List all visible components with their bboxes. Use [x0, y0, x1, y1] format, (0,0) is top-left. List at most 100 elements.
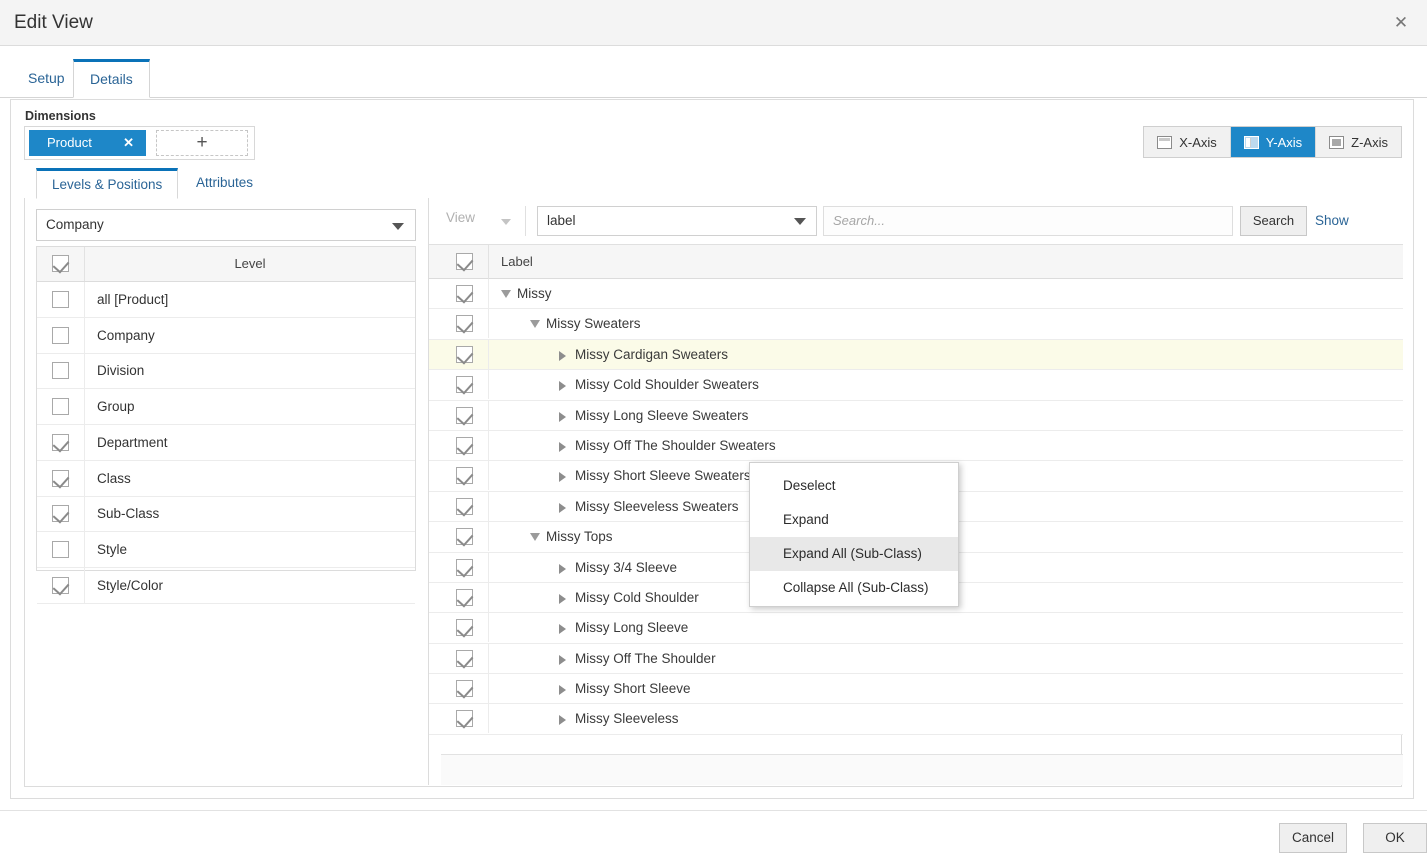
tree-select-all-checkbox[interactable]: [456, 253, 473, 270]
level-row[interactable]: Group: [37, 389, 415, 426]
tree-row-checkbox-cell[interactable]: [441, 552, 489, 582]
triangle-right-icon[interactable]: [559, 472, 566, 483]
triangle-right-icon[interactable]: [559, 350, 566, 361]
level-row[interactable]: Style: [37, 531, 415, 568]
triangle-right-icon[interactable]: [559, 563, 566, 574]
ok-button[interactable]: OK: [1363, 823, 1427, 853]
tree-row[interactable]: Missy: [429, 279, 1403, 310]
tree-row[interactable]: Missy Off The Shoulder: [429, 643, 1403, 675]
tab-attributes[interactable]: Attributes: [181, 168, 268, 199]
tab-levels-positions[interactable]: Levels & Positions: [36, 168, 179, 199]
tree-row-checkbox[interactable]: [456, 315, 473, 333]
tree-row-checkbox[interactable]: [456, 558, 473, 576]
hierarchy-select[interactable]: Company: [36, 209, 416, 241]
search-input[interactable]: Search...: [823, 206, 1233, 236]
tree-row-checkbox[interactable]: [456, 436, 473, 454]
tree-row-checkbox[interactable]: [456, 528, 473, 546]
tree-row-checkbox[interactable]: [456, 680, 473, 698]
level-row[interactable]: all [Product]: [37, 282, 415, 318]
tree-row-checkbox[interactable]: [456, 649, 473, 667]
level-row-checkbox-cell[interactable]: [37, 424, 85, 460]
show-selected-link[interactable]: Show Selected: [1315, 206, 1403, 258]
tree-row-checkbox-cell[interactable]: [441, 643, 489, 673]
tree-row[interactable]: Missy Sleeveless: [429, 704, 1403, 735]
tree-row-checkbox-cell[interactable]: [441, 430, 489, 460]
tree-row-checkbox[interactable]: [456, 588, 473, 606]
context-menu-item[interactable]: Expand: [750, 503, 958, 537]
tree-row[interactable]: Missy Cardigan Sweaters: [429, 339, 1403, 371]
context-menu-item[interactable]: Deselect: [750, 469, 958, 503]
tree-row-checkbox-cell[interactable]: [441, 613, 489, 643]
level-row-checkbox[interactable]: [52, 326, 69, 344]
triangle-right-icon[interactable]: [559, 715, 566, 726]
tree-row-checkbox[interactable]: [456, 467, 473, 485]
tree-row-checkbox-cell[interactable]: [441, 582, 489, 612]
tree-row[interactable]: Missy Short Sleeve: [429, 674, 1403, 705]
add-dimension-button[interactable]: +: [156, 130, 248, 156]
triangle-right-icon[interactable]: [559, 411, 566, 422]
tree-row-checkbox-cell[interactable]: [441, 522, 489, 552]
triangle-right-icon[interactable]: [559, 441, 566, 452]
axis-button-z[interactable]: Z-Axis: [1316, 127, 1401, 157]
context-menu-item[interactable]: Expand All (Sub-Class): [750, 537, 958, 571]
level-row[interactable]: Style/Color: [37, 567, 415, 604]
tree-select-all-cell[interactable]: [441, 245, 489, 279]
level-row[interactable]: Class: [37, 460, 415, 497]
tree-row[interactable]: Missy Sweaters: [429, 309, 1403, 340]
level-row-checkbox-cell[interactable]: [37, 531, 85, 567]
tree-row[interactable]: Missy Off The Shoulder Sweaters: [429, 430, 1403, 462]
triangle-right-icon[interactable]: [559, 654, 566, 665]
search-button[interactable]: Search: [1240, 206, 1307, 236]
triangle-down-icon[interactable]: [530, 533, 540, 542]
triangle-down-icon[interactable]: [530, 320, 540, 329]
tree-row-checkbox-cell[interactable]: [441, 400, 489, 430]
axis-button-x[interactable]: X-Axis: [1144, 127, 1231, 157]
axis-button-y[interactable]: Y-Axis: [1230, 127, 1317, 157]
level-row-checkbox[interactable]: [52, 362, 69, 380]
context-menu-item[interactable]: Collapse All (Sub-Class): [750, 571, 958, 605]
level-row-checkbox-cell[interactable]: [37, 317, 85, 353]
level-row[interactable]: Division: [37, 353, 415, 390]
tree-row-checkbox-cell[interactable]: [441, 461, 489, 491]
level-row[interactable]: Department: [37, 424, 415, 461]
tree-row-checkbox-cell[interactable]: [441, 309, 489, 339]
tree-row[interactable]: Missy Long Sleeve Sweaters: [429, 400, 1403, 431]
tree-row[interactable]: Missy Long Sleeve: [429, 613, 1403, 644]
triangle-right-icon[interactable]: [559, 685, 566, 696]
level-row[interactable]: Sub-Class: [37, 496, 415, 533]
level-row-checkbox[interactable]: [52, 505, 69, 523]
level-row-checkbox[interactable]: [52, 398, 69, 416]
tree-row-checkbox[interactable]: [456, 406, 473, 424]
level-row[interactable]: Company: [37, 317, 415, 354]
tree-row-checkbox[interactable]: [456, 376, 473, 394]
tab-details[interactable]: Details: [73, 59, 150, 98]
tab-setup[interactable]: Setup: [12, 59, 81, 98]
level-row-checkbox-cell[interactable]: [37, 353, 85, 389]
level-row-checkbox[interactable]: [52, 469, 69, 487]
triangle-right-icon[interactable]: [559, 624, 566, 635]
triangle-right-icon[interactable]: [559, 502, 566, 513]
tree-row-checkbox[interactable]: [456, 710, 473, 728]
view-button[interactable]: View: [446, 210, 475, 225]
tree-row-checkbox-cell[interactable]: [441, 370, 489, 400]
level-row-checkbox-cell[interactable]: [37, 460, 85, 496]
level-row-checkbox-cell[interactable]: [37, 389, 85, 425]
level-row-checkbox-cell[interactable]: [37, 496, 85, 532]
cancel-button[interactable]: Cancel: [1279, 823, 1347, 853]
remove-dimension-icon[interactable]: ✕: [123, 130, 134, 156]
level-row-checkbox[interactable]: [52, 576, 69, 594]
tree-row-checkbox-cell[interactable]: [441, 279, 489, 308]
dimension-chip-product[interactable]: Product ✕: [29, 130, 146, 156]
close-icon[interactable]: ✕: [1387, 10, 1415, 36]
tree-row[interactable]: Missy Cold Shoulder Sweaters: [429, 370, 1403, 401]
level-row-checkbox[interactable]: [52, 540, 69, 558]
triangle-right-icon[interactable]: [559, 593, 566, 604]
level-row-checkbox-cell[interactable]: [37, 567, 85, 603]
level-row-checkbox[interactable]: [52, 291, 69, 308]
triangle-down-icon[interactable]: [501, 290, 511, 298]
tree-row-checkbox-cell[interactable]: [441, 491, 489, 521]
tree-row-checkbox[interactable]: [456, 285, 473, 302]
tree-row-checkbox-cell[interactable]: [441, 704, 489, 734]
tree-row-checkbox[interactable]: [456, 345, 473, 363]
level-row-checkbox-cell[interactable]: [37, 282, 85, 317]
